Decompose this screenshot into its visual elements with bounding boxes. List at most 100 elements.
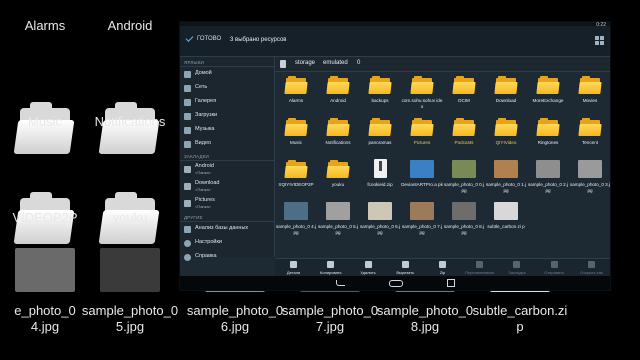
file-item[interactable]: Podcasts bbox=[443, 116, 485, 154]
copy-icon bbox=[327, 261, 335, 268]
rename-button[interactable]: Переименовать bbox=[461, 259, 498, 277]
recent-apps-icon[interactable] bbox=[446, 279, 455, 287]
file-item[interactable]: sample_photo_0 2.jpg bbox=[527, 158, 569, 196]
file-item[interactable]: Tencent bbox=[569, 116, 611, 154]
file-item[interactable]: sample_photo_0 6.jpg bbox=[359, 200, 401, 238]
file-item[interactable]: sample_photo_0 5.jpg bbox=[317, 200, 359, 238]
image-thumbnail bbox=[578, 160, 602, 178]
sidebar-item-download[interactable]: Загрузки bbox=[180, 109, 274, 123]
image-thumbnail bbox=[368, 202, 392, 220]
done-button[interactable]: ГОТОВО bbox=[185, 34, 221, 42]
sidebar-item-music[interactable]: Музыка bbox=[180, 123, 274, 137]
file-item[interactable]: QIYIVideo bbox=[485, 116, 527, 154]
zip-button[interactable]: Zip bbox=[424, 259, 461, 277]
chart-icon bbox=[184, 225, 191, 233]
file-item[interactable]: Movies bbox=[569, 74, 611, 112]
delete-button[interactable]: Удалить bbox=[349, 259, 386, 277]
image-thumbnail bbox=[494, 202, 518, 220]
home-nav-icon[interactable] bbox=[388, 279, 403, 287]
help-icon bbox=[184, 253, 191, 261]
sidebar-item-label: Анализ базы данных bbox=[195, 225, 249, 232]
image-thumbnail bbox=[284, 202, 308, 220]
file-item[interactable]: Music bbox=[275, 116, 317, 154]
background-file-label: subtle_carbon.zi p bbox=[472, 303, 568, 334]
settings-icon bbox=[184, 239, 191, 247]
file-item[interactable]: Alarms bbox=[275, 74, 317, 112]
selection-count: 3 выбрано ресурсов bbox=[230, 37, 287, 43]
bookmark-button[interactable]: Закладка bbox=[498, 259, 535, 277]
file-item[interactable]: Ringtones bbox=[527, 116, 569, 154]
folder-icon bbox=[184, 183, 191, 190]
file-item[interactable]: youku bbox=[317, 158, 359, 196]
background-file-label: sample_photo_0 7.jpg bbox=[281, 303, 379, 334]
sidebar-item-label: Android bbox=[195, 163, 214, 169]
file-name: sample_photo_0 5.jpg bbox=[317, 224, 359, 235]
background-file-label: sample_photo_0 5.jpg bbox=[81, 303, 179, 334]
sidebar: ЯРЛЫКИ Домой Сеть Галерея Загрузки Музыка Вид… bbox=[180, 57, 275, 261]
navigation-bar bbox=[180, 276, 610, 290]
home-icon bbox=[184, 70, 191, 78]
background-file-label: sample_photo_0 6.jpg bbox=[186, 303, 284, 334]
file-item[interactable]: MoreExchange bbox=[527, 74, 569, 112]
sidebar-item-network[interactable]: Сеть bbox=[180, 81, 274, 95]
sidebar-item-sublabel: <Папка> bbox=[195, 169, 211, 175]
file-item[interactable]: com.sohu.sohuv ideo bbox=[401, 74, 443, 112]
breadcrumb-item[interactable]: emulated bbox=[323, 60, 348, 66]
back-icon[interactable] bbox=[335, 280, 345, 286]
video-icon bbox=[184, 140, 191, 148]
breadcrumb-item[interactable]: 0 bbox=[357, 60, 360, 66]
file-item[interactable]: Download bbox=[485, 74, 527, 112]
sidebar-section-other: ДРУГИЕ bbox=[180, 212, 274, 222]
folder-icon bbox=[284, 160, 308, 178]
delete-icon bbox=[364, 261, 372, 268]
sidebar-item-chart[interactable]: Анализ базы данных bbox=[180, 222, 274, 236]
share-icon bbox=[550, 261, 558, 268]
file-item[interactable]: backups bbox=[359, 74, 401, 112]
sidebar-item-label: Pictures bbox=[195, 197, 215, 203]
details-button[interactable]: Детали bbox=[275, 259, 312, 277]
file-item[interactable]: XQIYIVIDEOP2P bbox=[275, 158, 317, 196]
file-item[interactable]: sample_photo_0 7.jpg bbox=[401, 200, 443, 238]
sidebar-item-bookmark[interactable]: Pictures <Папка> bbox=[180, 195, 274, 212]
copy-button[interactable]: Копировать bbox=[312, 259, 349, 277]
file-item[interactable]: DeviantARTPro.a pk bbox=[401, 158, 443, 196]
breadcrumb-item[interactable]: storage bbox=[295, 60, 315, 66]
file-name: DCIM bbox=[458, 98, 470, 103]
folder-icon bbox=[410, 76, 434, 94]
file-item[interactable]: Pictures bbox=[401, 116, 443, 154]
sidebar-item-gallery[interactable]: Галерея bbox=[180, 95, 274, 109]
image-thumbnail bbox=[452, 160, 476, 178]
file-item[interactable]: Android bbox=[317, 74, 359, 112]
sidebar-item-bookmark[interactable]: Download <Папка> bbox=[180, 178, 274, 195]
sidebar-item-bookmark[interactable]: Android <Папка> bbox=[180, 161, 274, 178]
file-name: sample_photo_0 8.jpg bbox=[443, 224, 485, 235]
file-name: sample_photo_0 6.jpg bbox=[359, 224, 401, 235]
sidebar-item-home[interactable]: Домой bbox=[180, 67, 274, 81]
download-icon bbox=[184, 112, 191, 120]
open-with-button[interactable]: Открыть как bbox=[573, 259, 610, 277]
share-button[interactable]: Отправить bbox=[536, 259, 573, 277]
folder-icon bbox=[536, 118, 560, 136]
grid-view-icon[interactable] bbox=[595, 36, 604, 45]
file-name: Podcasts bbox=[454, 140, 474, 145]
file-item[interactable]: sample_photo_0 4.jpg bbox=[275, 200, 317, 238]
sidebar-item-help[interactable]: Справка bbox=[180, 250, 274, 264]
image-thumbnail bbox=[452, 202, 476, 220]
file-item[interactable]: DCIM bbox=[443, 74, 485, 112]
file-item[interactable]: fcookieid.zip bbox=[359, 158, 401, 196]
file-item[interactable]: sample_photo_0 8.jpg bbox=[443, 200, 485, 238]
sidebar-item-settings[interactable]: Настройки bbox=[180, 236, 274, 250]
cut-button[interactable]: Вырезать bbox=[387, 259, 424, 277]
folder-icon bbox=[452, 118, 476, 136]
file-item[interactable]: sample_photo_0 0.jpg bbox=[443, 158, 485, 196]
file-item[interactable]: subtle_carbon.zi p bbox=[485, 200, 527, 238]
toolbar-button-label: Копировать bbox=[320, 270, 342, 275]
action-toolbar: Детали Копировать Удалить Вырезать Zip Переим… bbox=[275, 258, 610, 277]
file-item[interactable]: panoramas bbox=[359, 116, 401, 154]
file-manager-window: 0:22 ГОТОВО 3 выбрано ресурсов ЯРЛЫКИ До… bbox=[180, 22, 610, 290]
file-item[interactable]: sample_photo_0 1.jpg bbox=[485, 158, 527, 196]
sidebar-item-video[interactable]: Видео bbox=[180, 137, 274, 151]
file-item[interactable]: sample_photo_0 3.jpg bbox=[569, 158, 611, 196]
file-item[interactable]: Notifications bbox=[317, 116, 359, 154]
file-name: youku bbox=[331, 182, 345, 187]
